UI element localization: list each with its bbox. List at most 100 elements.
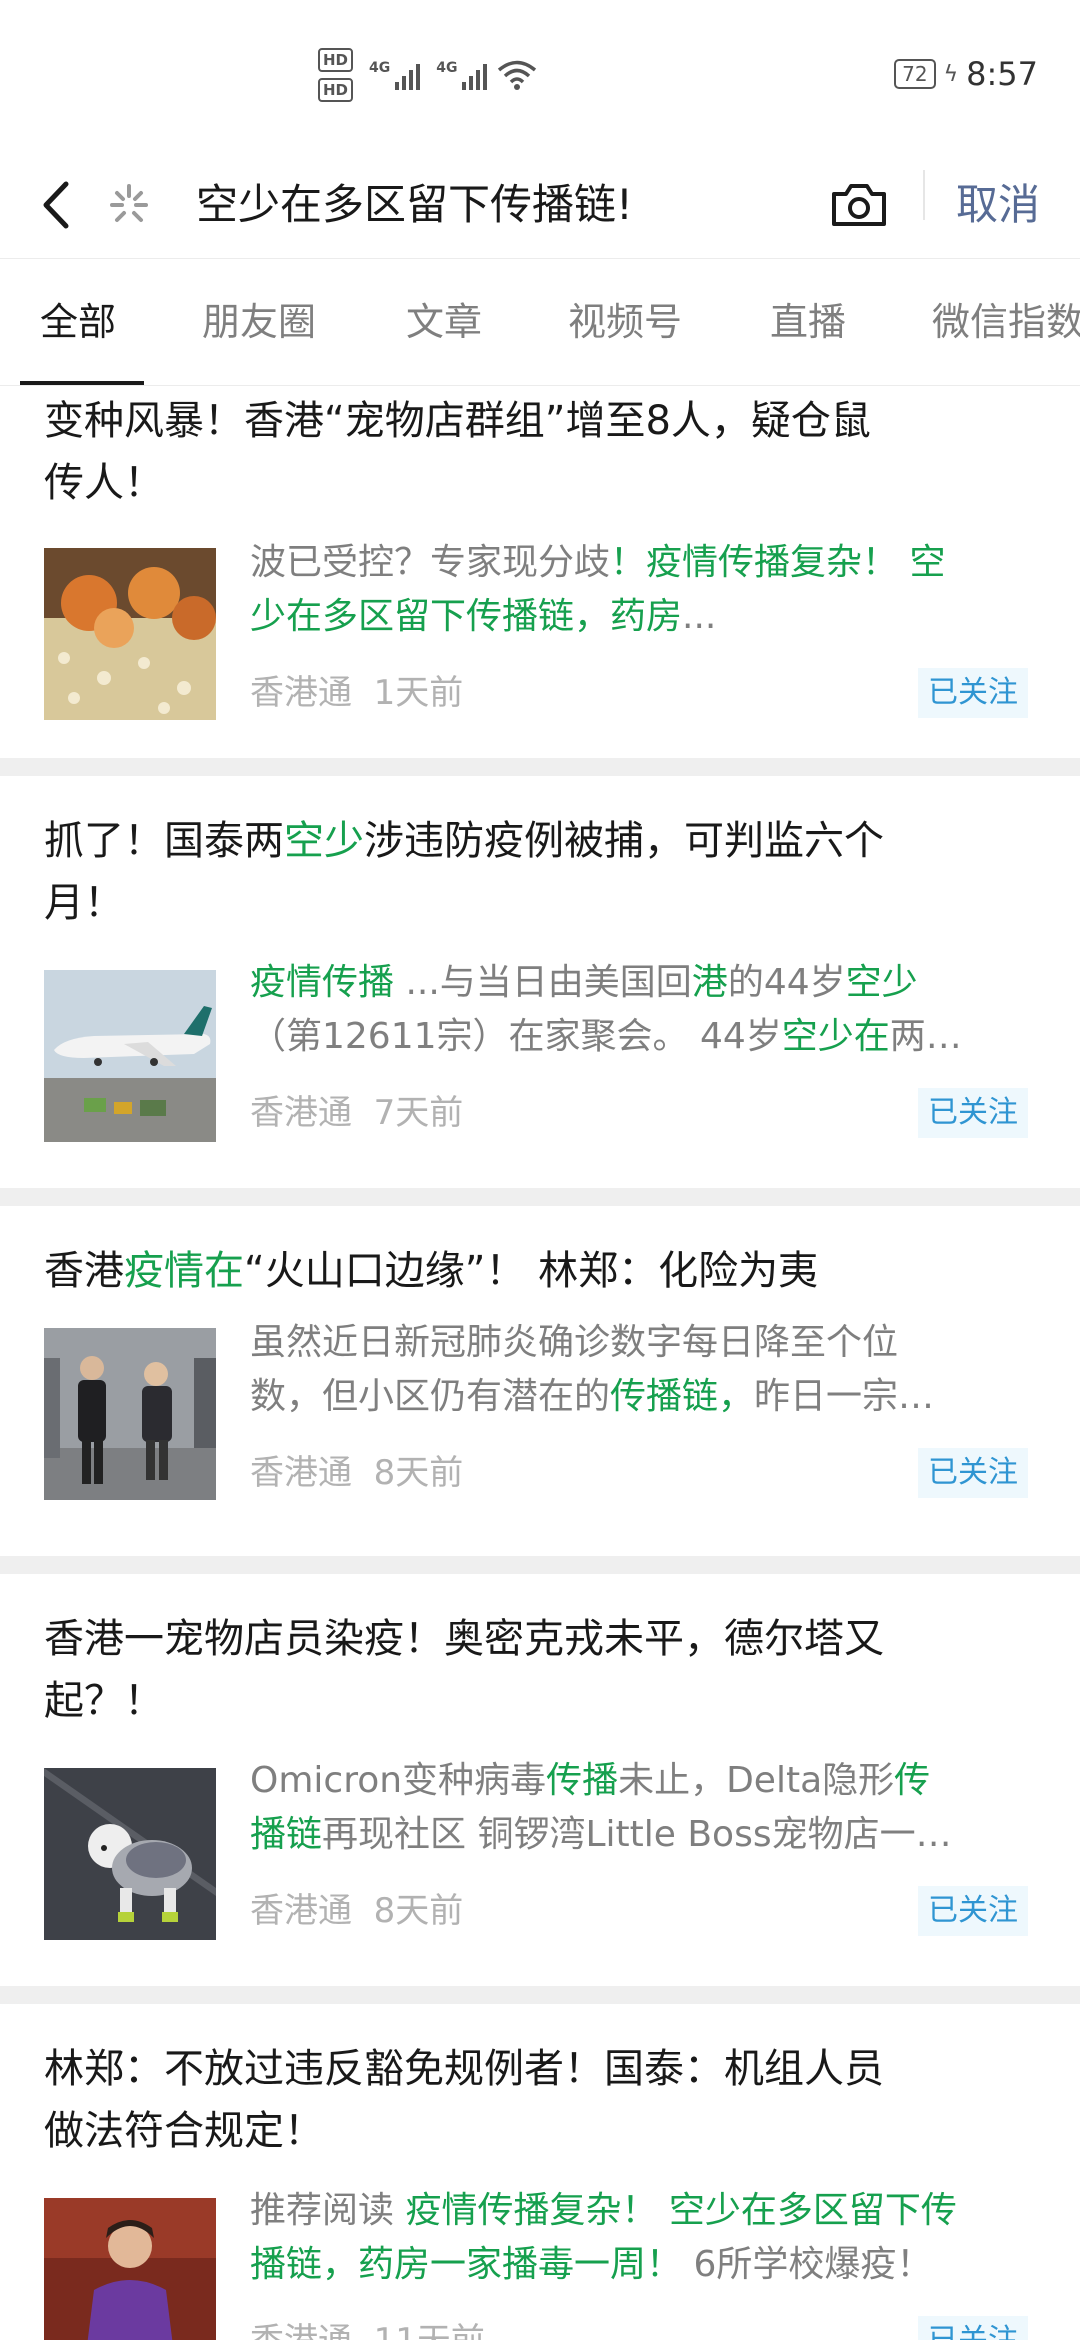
status-time: 8:57: [966, 55, 1038, 93]
tab-all[interactable]: 全部: [40, 297, 116, 347]
tab-live[interactable]: 直播: [770, 297, 846, 347]
source-name[interactable]: 香港通: [250, 2321, 352, 2340]
result-snippet: 波已受控？专家现分歧！疫情传播复杂！ 空 少在多区留下传播链，药房...: [250, 536, 1040, 644]
speaker-thumbnail: [44, 2198, 216, 2340]
text-segment: 数，但小区仍有潜在的: [250, 1376, 611, 1417]
followed-badge: 已关注: [918, 668, 1028, 718]
result-title: 林郑：不放过违反豁免规例者！国泰：机组人员 做法符合规定！: [44, 2046, 884, 2154]
source-name[interactable]: 香港通: [250, 1453, 352, 1493]
result-snippet: 疫情传播 ...与当日由美国回港的44岁空少 （第12611宗）在家聚会。 44…: [250, 956, 1040, 1064]
highlighted-term: 港: [691, 962, 728, 1003]
search-bar: 空少在多区留下传播链! 取消: [0, 150, 1080, 258]
text-segment: （第12611宗）在家聚会。 44岁: [250, 1016, 782, 1057]
charging-icon: ϟ: [943, 61, 959, 87]
tab-channels[interactable]: 视频号: [568, 297, 682, 347]
highlighted-term: 传播链，: [610, 1376, 755, 1417]
highlighted-term: 播链: [250, 1814, 323, 1855]
text-segment: 的44岁: [727, 962, 846, 1003]
hd-badge-2: HD: [318, 78, 354, 102]
highlighted-term: 疫情传播: [250, 962, 395, 1003]
text-segment: 未止，Delta隐形: [618, 1760, 895, 1801]
result-card[interactable]: 林郑：不放过违反豁免规例者！国泰：机组人员 做法符合规定！ 推荐阅读 疫情传播复…: [0, 2004, 1080, 2340]
cell-signal-icon: 4G: [369, 60, 421, 90]
card-separator: [0, 1188, 1080, 1206]
tab-moments[interactable]: 朋友圈: [202, 297, 316, 347]
followed-badge: 已关注: [918, 1088, 1028, 1138]
highlighted-term: 空少在: [781, 1016, 890, 1057]
text-segment: 两…: [889, 1016, 962, 1057]
publish-time: 11天前: [374, 2321, 485, 2340]
result-snippet: 推荐阅读 疫情传播复杂！ 空少在多区留下传 播链，药房一家播毒一周！ 6所学校爆…: [250, 2184, 1040, 2292]
divider: [923, 170, 925, 220]
result-title: 香港一宠物店员染疫！奥密克戎未平，德尔塔又 起？！: [44, 1616, 884, 1724]
highlighted-term: 传播: [546, 1760, 619, 1801]
text-segment: 推荐阅读: [250, 2190, 406, 2231]
followed-badge: 已关注: [918, 1886, 1028, 1936]
filter-tabs: 全部 朋友圈 文章 视频号 直播 微信指数: [0, 258, 1080, 386]
text-segment: 再现社区 铜锣湾Little Boss宠物店一…: [322, 1814, 952, 1855]
source-name[interactable]: 香港通: [250, 1093, 352, 1133]
result-card[interactable]: 变种风暴！香港“宠物店群组”增至8人，疑仓鼠 传人！ 波已受控？专家现分歧！疫情…: [0, 386, 1080, 758]
card-separator: [0, 1556, 1080, 1574]
result-title: 香港疫情在“火山口边缘”！ 林郑：化险为夷: [44, 1240, 1044, 1302]
card-separator: [0, 1986, 1080, 2004]
result-meta: 香港通 11天前: [250, 2316, 485, 2340]
result-title: 变种风暴！香港“宠物店群组”增至8人，疑仓鼠 传人！: [44, 398, 871, 506]
text-segment: 虽然近日新冠肺炎确诊数字每日降至个位: [250, 1322, 899, 1363]
dog-thumbnail: [44, 1768, 216, 1940]
highlighted-term: ！疫情传播复杂！ 空: [610, 542, 946, 583]
camera-icon[interactable]: [826, 170, 892, 240]
text-segment: 涉违防疫例被捕，可判监六个: [364, 818, 884, 864]
followed-badge: 已关注: [918, 2316, 1028, 2340]
source-name[interactable]: 香港通: [250, 673, 352, 713]
tab-wechat-index[interactable]: 微信指数: [932, 297, 1080, 347]
network-indicators: HD HD 4G 4G: [318, 48, 537, 102]
text-segment: 月！: [44, 880, 124, 926]
followed-badge: 已关注: [918, 1448, 1028, 1498]
highlighted-term: 疫情传播复杂！ 空少在多区留下传: [405, 2190, 957, 2231]
airplane-thumbnail: [44, 970, 216, 1142]
text-segment: 昨日一宗…: [754, 1376, 935, 1417]
result-meta: 香港通 1天前: [250, 668, 463, 718]
text-segment: ...与当日由美国回: [394, 962, 692, 1003]
source-name[interactable]: 香港通: [250, 1891, 352, 1931]
search-input[interactable]: 空少在多区留下传播链!: [196, 170, 633, 240]
highlighted-term: 传: [894, 1760, 931, 1801]
battery-indicator: 72: [894, 59, 936, 89]
highlighted-term: 空少: [845, 962, 918, 1003]
publish-time: 8天前: [373, 1891, 464, 1931]
highlighted-term: 疫情在: [124, 1248, 244, 1294]
text-segment: Omicron变种病毒: [250, 1760, 547, 1801]
result-card[interactable]: 抓了！国泰两空少涉违防疫例被捕，可判监六个 月！ 疫情传播 ...与当日由美国回…: [0, 776, 1080, 1188]
status-bar: HD HD 4G 4G 72 ϟ 8:57: [0, 0, 1080, 150]
text-segment: 6所学校爆疫！: [682, 2244, 933, 2285]
result-meta: 香港通 7天前: [250, 1088, 463, 1138]
result-meta: 香港通 8天前: [250, 1886, 463, 1936]
publish-time: 8天前: [373, 1453, 464, 1493]
hd-badge-1: HD: [318, 48, 354, 72]
tab-articles[interactable]: 文章: [406, 297, 482, 347]
cancel-button[interactable]: 取消: [956, 170, 1040, 240]
results-list: 变种风暴！香港“宠物店群组”增至8人，疑仓鼠 传人！ 波已受控？专家现分歧！疫情…: [0, 386, 1080, 2340]
result-snippet: Omicron变种病毒传播未止，Delta隐形传 播链再现社区 铜锣湾Littl…: [250, 1754, 1040, 1862]
result-card[interactable]: 香港疫情在“火山口边缘”！ 林郑：化险为夷 虽然近日新冠肺炎确诊数字每日降至个位…: [0, 1206, 1080, 1556]
street-thumbnail: [44, 1328, 216, 1500]
publish-time: 7天前: [373, 1093, 464, 1133]
text-segment: “火山口边缘”！ 林郑：化险为夷: [244, 1248, 819, 1294]
text-segment: 抓了！国泰两: [44, 818, 284, 864]
hamster-thumbnail: [44, 548, 216, 720]
highlighted-term: 播链，药房一家播毒一周！: [250, 2244, 683, 2285]
result-meta: 香港通 8天前: [250, 1448, 463, 1498]
cell-signal-icon-2: 4G: [436, 60, 488, 90]
text-segment: 波已受控？专家现分歧: [250, 542, 611, 583]
text-segment: 香港: [44, 1248, 124, 1294]
result-card[interactable]: 香港一宠物店员染疫！奥密克戎未平，德尔塔又 起？！ Omicron变种病毒传播未…: [0, 1574, 1080, 1986]
card-separator: [0, 758, 1080, 776]
publish-time: 1天前: [373, 673, 464, 713]
highlighted-term: 少在多区留下传播链，药房: [250, 596, 683, 637]
text-segment: ...: [682, 596, 717, 637]
loading-spinner-icon: [110, 184, 148, 222]
back-arrow-icon[interactable]: [30, 170, 86, 240]
highlighted-term: 空少: [284, 818, 364, 864]
result-title: 抓了！国泰两空少涉违防疫例被捕，可判监六个 月！: [44, 810, 1044, 934]
